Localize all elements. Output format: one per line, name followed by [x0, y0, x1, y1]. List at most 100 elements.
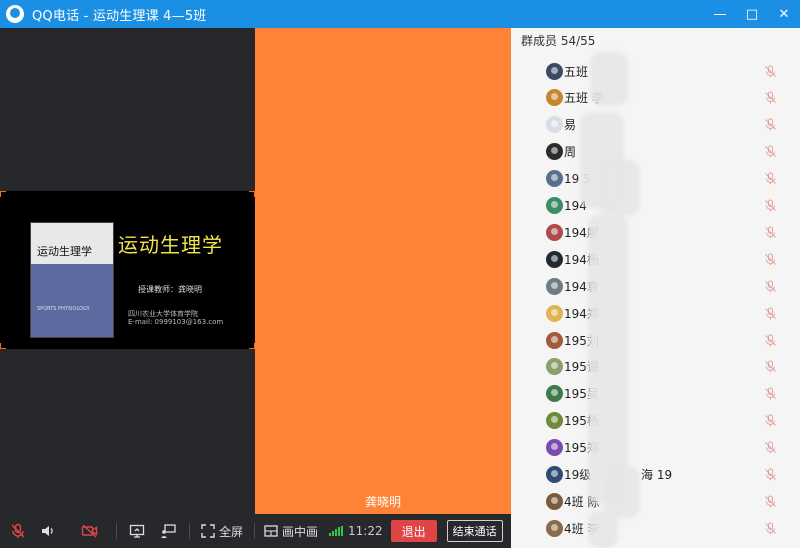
avatar	[546, 116, 563, 134]
avatar	[546, 412, 563, 430]
slide-email: E-mail: 0999103@163.com	[128, 318, 224, 326]
corner-marker	[0, 191, 6, 197]
member-name-suffix: 海 19	[641, 468, 673, 482]
mic-muted-icon	[765, 334, 776, 346]
book-title: 运动生理学	[37, 245, 92, 258]
pip-icon	[264, 525, 278, 537]
mic-muted-icon	[765, 172, 776, 185]
member-name: 五班	[564, 64, 589, 79]
share-screen-button[interactable]	[123, 514, 151, 548]
book-cover-image: 运动生理学 SPORTS PHYSIOLOGY	[30, 222, 114, 338]
end-call-button[interactable]: 结束通话	[446, 520, 503, 542]
member-row[interactable]: 195郑	[511, 435, 800, 461]
member-row[interactable]: 4班 陈	[511, 488, 800, 514]
avatar	[546, 170, 563, 188]
title-bar: QQ电话 - 运动生理课 4—5班 — □ ✕	[0, 0, 800, 28]
speaker-button[interactable]	[36, 514, 60, 548]
avatar	[546, 277, 563, 295]
mic-muted-icon	[765, 253, 776, 266]
member-name: 周	[564, 145, 577, 160]
screen-share-area: 运动生理学 SPORTS PHYSIOLOGY 运动生理学 授课教师：龚晓明 四…	[0, 28, 255, 514]
member-row[interactable]: 五班	[511, 58, 800, 84]
signal-strength-icon	[329, 526, 343, 536]
member-row[interactable]: 19级海 19	[511, 462, 800, 488]
mic-muted-icon	[765, 91, 776, 104]
privacy-blur	[590, 52, 628, 106]
speaker-name: 龚晓明	[364, 495, 401, 509]
toolbar-divider	[254, 523, 255, 539]
mic-muted-icon	[765, 468, 776, 481]
member-row[interactable]: 195刘	[511, 327, 800, 353]
mic-muted-icon	[765, 307, 776, 320]
speaker-video-pane[interactable]: 龚晓明	[255, 28, 511, 514]
avatar	[546, 223, 563, 241]
member-row[interactable]: 194	[511, 193, 800, 219]
pip-label: 画中画	[281, 524, 318, 539]
mic-muted-icon	[765, 280, 776, 293]
presentation-icon	[161, 524, 176, 538]
mic-muted-icon	[765, 226, 776, 239]
call-toolbar: 全屏 画中画 11:22 退出 结束通话	[0, 514, 511, 548]
avatar	[546, 466, 563, 483]
book-subtitle: SPORTS PHYSIOLOGY	[37, 306, 90, 312]
exit-button[interactable]: 退出	[390, 520, 437, 542]
avatar	[546, 250, 563, 268]
fullscreen-button[interactable]: 全屏	[196, 514, 248, 548]
member-count-header: 群成员 54/55	[521, 34, 596, 48]
mic-muted-icon	[765, 65, 776, 77]
avatar	[546, 143, 563, 161]
avatar	[546, 89, 563, 107]
slide-title: 运动生理学	[118, 233, 223, 257]
qq-logo-icon	[6, 5, 24, 23]
mic-muted-icon	[765, 118, 776, 131]
mic-muted-icon	[765, 441, 776, 454]
avatar	[546, 492, 563, 510]
qq-call-window: QQ电话 - 运动生理课 4—5班 — □ ✕ 运动生理学 SPORTS PHY…	[0, 0, 800, 548]
member-row[interactable]: 194杨	[511, 246, 800, 272]
share-screen-icon	[129, 524, 145, 538]
slide-teacher: 授课教师：龚晓明	[138, 285, 202, 294]
privacy-blur	[588, 214, 628, 504]
avatar	[546, 304, 563, 322]
toolbar-divider	[116, 523, 117, 539]
avatar	[546, 358, 563, 376]
call-duration: 11:22	[348, 524, 383, 538]
presenter-button[interactable]	[155, 514, 183, 548]
camera-off-icon	[81, 524, 98, 538]
avatar	[546, 331, 563, 349]
avatar	[546, 519, 563, 537]
mic-muted-icon	[765, 145, 776, 158]
window-controls: — □ ✕	[704, 0, 800, 28]
minimize-button[interactable]: —	[704, 0, 736, 28]
member-row[interactable]: 周	[511, 139, 800, 165]
toolbar-divider	[189, 523, 190, 539]
member-row[interactable]: 19 5	[511, 166, 800, 192]
member-name: 易	[564, 118, 577, 133]
member-row[interactable]: 194廖	[511, 219, 800, 245]
member-row[interactable]: 195杨	[511, 408, 800, 434]
member-row[interactable]: 195谭	[511, 354, 800, 380]
member-row[interactable]: 五班 李	[511, 85, 800, 111]
window-title: QQ电话 - 运动生理课 4—5班	[32, 8, 207, 24]
member-row[interactable]: 195吴	[511, 381, 800, 407]
mic-muted-icon	[765, 522, 776, 535]
member-row[interactable]: 易	[511, 112, 800, 138]
avatar	[546, 197, 563, 214]
mic-muted-icon	[765, 414, 776, 427]
speaker-icon	[42, 526, 53, 536]
avatar	[546, 62, 563, 80]
camera-toggle-button[interactable]	[70, 514, 110, 548]
picture-in-picture-button[interactable]: 画中画	[261, 514, 321, 548]
maximize-button[interactable]: □	[736, 0, 768, 28]
close-button[interactable]: ✕	[768, 0, 800, 28]
shared-slide[interactable]: 运动生理学 SPORTS PHYSIOLOGY 运动生理学 授课教师：龚晓明 四…	[0, 191, 255, 349]
member-list-panel: 群成员 54/55 五班五班 李易周 19 5 194 194廖 194杨 194袁 194…	[511, 28, 800, 548]
mic-mute-button[interactable]	[0, 514, 36, 548]
mic-muted-icon	[765, 360, 776, 373]
member-row[interactable]: 194袁	[511, 273, 800, 299]
mic-off-icon	[11, 523, 25, 538]
member-row[interactable]: 194郑	[511, 300, 800, 326]
privacy-blur	[588, 510, 618, 548]
member-row[interactable]: 4班 李	[511, 515, 800, 541]
privacy-blur	[600, 160, 640, 216]
